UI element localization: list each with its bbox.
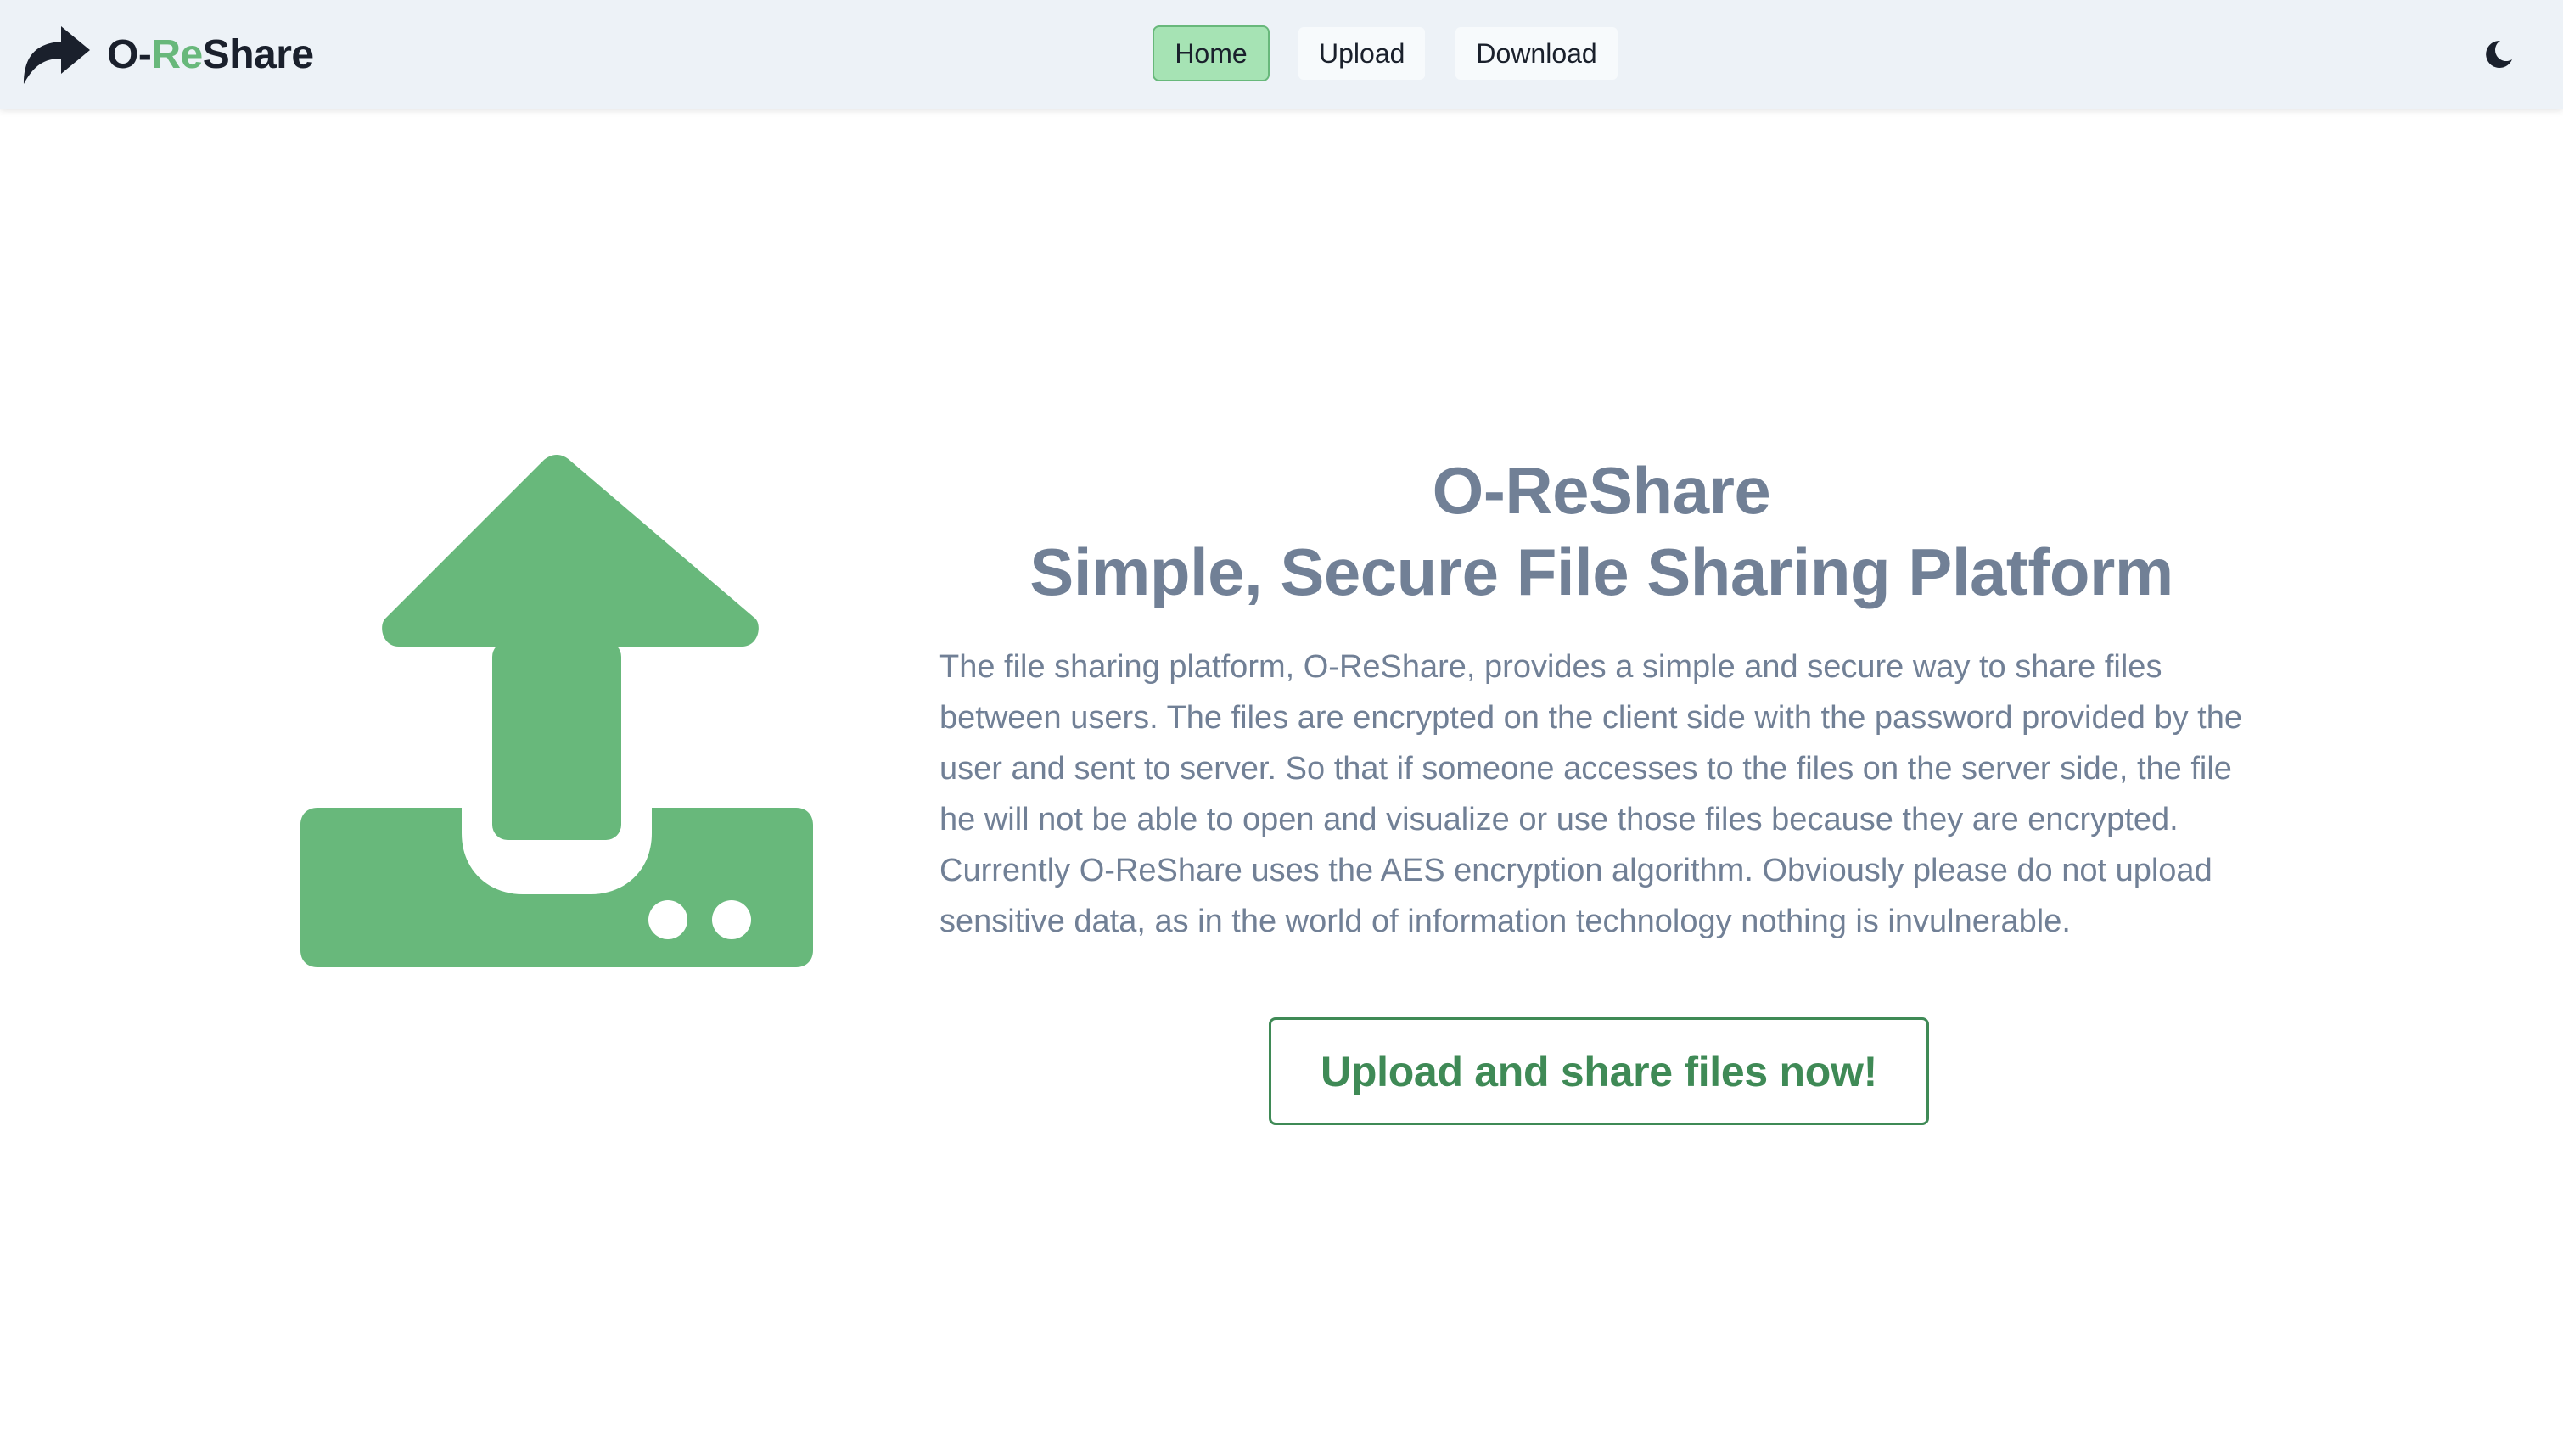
hero-description: The file sharing platform, O-ReShare, pr… xyxy=(939,649,2242,939)
share-arrow-icon xyxy=(24,26,90,84)
brand-logo[interactable]: O-ReShare xyxy=(22,22,314,87)
upload-share-cta-button[interactable]: Upload and share files now! xyxy=(1269,1017,1929,1125)
moon-icon[interactable] xyxy=(2482,37,2515,71)
upload-drive-icon xyxy=(300,455,813,967)
hero-title: O-ReShare Simple, Secure File Sharing Pl… xyxy=(939,450,2263,613)
nav-home-button[interactable]: Home xyxy=(1153,25,1270,81)
nav-upload-button[interactable]: Upload xyxy=(1297,25,1427,81)
hero-content: O-ReShare Simple, Secure File Sharing Pl… xyxy=(939,450,2263,947)
nav-download-button[interactable]: Download xyxy=(1454,25,1619,81)
brand-name: O-ReShare xyxy=(107,31,314,77)
cta-wrapper: Upload and share files now! xyxy=(1269,1017,1929,1125)
hero-title-line2: Simple, Secure File Sharing Platform xyxy=(1029,535,2173,609)
navbar: O-ReShare Home Upload Download xyxy=(0,0,2563,109)
nav-links: Home Upload Download xyxy=(1153,25,1646,81)
hero-title-line1: O-ReShare xyxy=(1432,453,1771,528)
